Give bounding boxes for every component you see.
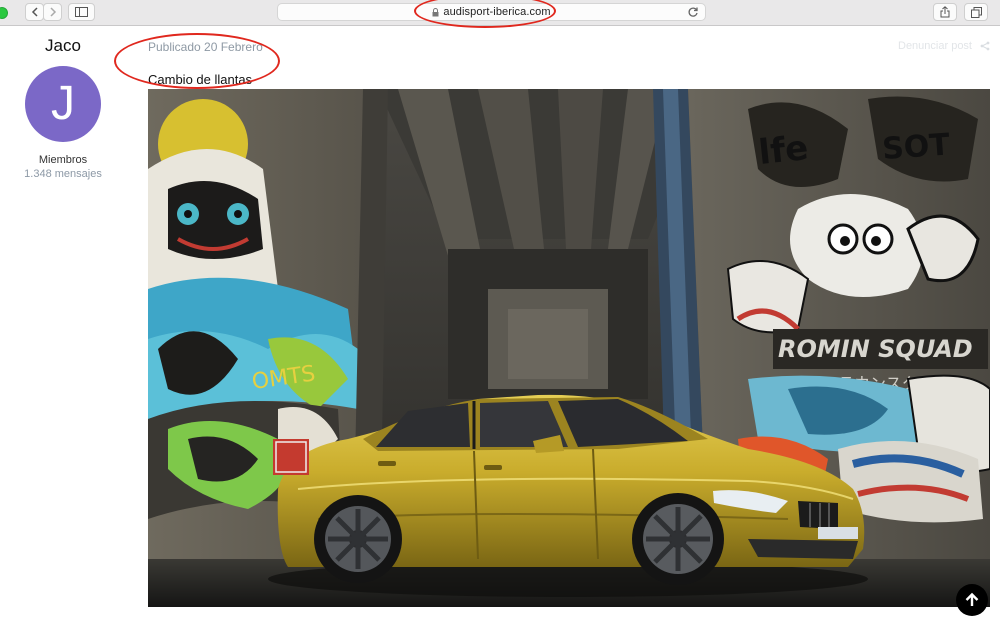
post-actions: Denunciar post [898,40,990,52]
window-zoom-button[interactable] [0,7,8,19]
author-role: Miembros [38,154,88,166]
arrow-up-icon [965,592,979,606]
forward-icon [49,7,56,17]
tabs-button[interactable] [964,3,988,21]
car-graffiti-image: OMTS lfe SOT ROMIN SQUAD ラウンスク [148,89,990,607]
svg-text:ROMIN SQUAD: ROMIN SQUAD [778,335,973,363]
tabs-icon [970,6,982,18]
url-text: audisport-iberica.com [443,6,551,18]
svg-text:SOT: SOT [881,127,951,167]
browser-toolbar: audisport-iberica.com [0,0,1000,26]
sidebar-button[interactable] [68,3,95,21]
lock-icon [432,7,439,16]
scroll-to-top-button[interactable] [956,584,988,616]
post-title: Cambio de llantas [148,72,253,87]
sidebar-icon [75,7,88,17]
post-photo[interactable]: OMTS lfe SOT ROMIN SQUAD ラウンスク [148,89,990,607]
forward-button[interactable] [43,3,62,21]
share-post-icon[interactable] [980,41,990,51]
author-post-count: 1.348 mensajes [24,168,102,180]
reload-icon[interactable] [687,6,699,18]
share-button[interactable] [933,3,957,21]
avatar-letter: J [51,77,75,130]
avatar[interactable]: J [25,66,101,142]
author-panel: Jaco J Miembros 1.348 mensajes [0,36,126,180]
post-date[interactable]: Publicado 20 Febrero [148,40,263,54]
back-icon [31,7,38,17]
report-link[interactable]: Denunciar post [898,40,972,52]
address-bar[interactable]: audisport-iberica.com [277,3,706,21]
svg-text:lfe: lfe [757,128,810,173]
share-icon [940,6,950,18]
author-name[interactable]: Jaco [0,36,126,56]
back-button[interactable] [25,3,44,21]
